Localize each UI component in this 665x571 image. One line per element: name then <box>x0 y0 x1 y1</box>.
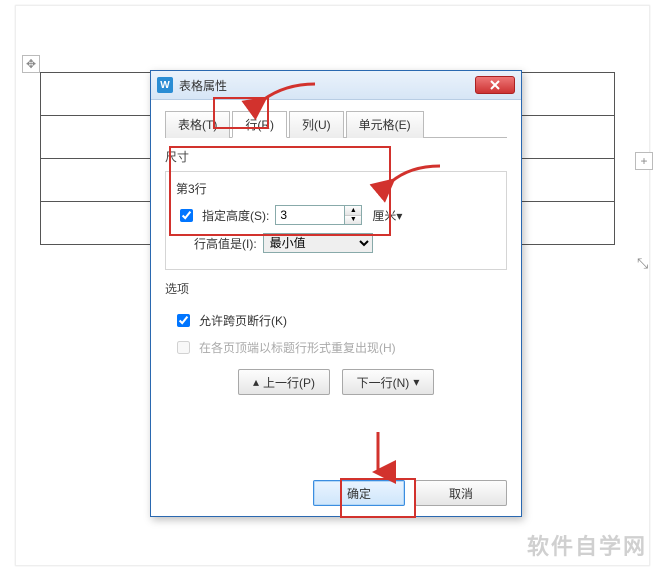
stage: ✥ + ⤡ W 表格属性 表格(T) 行(R) 列(U) 单元格(E) 尺寸 第… <box>0 0 665 571</box>
height-input[interactable] <box>275 205 344 225</box>
cancel-button[interactable]: 取消 <box>415 480 507 506</box>
titlebar[interactable]: W 表格属性 <box>151 71 521 100</box>
add-column-icon[interactable]: + <box>635 152 653 170</box>
app-icon: W <box>157 77 173 93</box>
specify-height-checkbox[interactable] <box>180 209 193 222</box>
size-group: 尺寸 第3行 指定高度(S): ▲ ▼ 厘米▾ <box>165 148 507 270</box>
size-legend: 尺寸 <box>165 148 189 167</box>
height-spin-up[interactable]: ▲ <box>345 206 361 216</box>
row-indicator: 第3行 <box>176 180 496 197</box>
close-icon <box>490 80 500 90</box>
next-row-button[interactable]: 下一行(N)▾ <box>342 369 434 395</box>
repeat-header-checkbox <box>177 341 190 354</box>
tab-row[interactable]: 行(R) <box>232 111 287 138</box>
move-handle-icon[interactable]: ✥ <box>22 55 40 73</box>
tabs: 表格(T) 行(R) 列(U) 单元格(E) <box>165 110 507 138</box>
table-properties-dialog: W 表格属性 表格(T) 行(R) 列(U) 单元格(E) 尺寸 第3行 <box>150 70 522 517</box>
options-group: 选项 允许跨页断行(K) 在各页顶端以标题行形式重复出现(H) <box>165 280 507 357</box>
options-legend: 选项 <box>165 280 189 299</box>
row-height-is-select[interactable]: 最小值 <box>263 233 373 253</box>
specify-height-label: 指定高度(S): <box>202 207 269 224</box>
close-button[interactable] <box>475 76 515 94</box>
resize-handle-icon[interactable]: ⤡ <box>637 255 653 271</box>
dialog-title: 表格属性 <box>179 77 227 94</box>
tab-table[interactable]: 表格(T) <box>165 111 230 138</box>
tab-column[interactable]: 列(U) <box>289 111 344 138</box>
watermark: 软件自学网 <box>527 529 647 561</box>
allow-break-label: 允许跨页断行(K) <box>199 312 287 329</box>
height-spinner: ▲ ▼ <box>275 205 362 225</box>
up-arrow-icon: ▴ <box>253 375 259 389</box>
ok-button[interactable]: 确定 <box>313 480 405 506</box>
row-height-is-label: 行高值是(I): <box>194 235 257 252</box>
height-spin-down[interactable]: ▼ <box>345 216 361 225</box>
repeat-header-label: 在各页顶端以标题行形式重复出现(H) <box>199 339 396 356</box>
unit-dropdown[interactable]: 厘米▾ <box>372 207 402 224</box>
tab-cell[interactable]: 单元格(E) <box>346 111 424 138</box>
nav-row: ▴上一行(P) 下一行(N)▾ <box>165 369 507 395</box>
allow-break-checkbox[interactable] <box>177 314 190 327</box>
dialog-footer: 确定 取消 <box>313 480 507 506</box>
down-arrow-icon: ▾ <box>413 375 419 389</box>
prev-row-button[interactable]: ▴上一行(P) <box>238 369 330 395</box>
